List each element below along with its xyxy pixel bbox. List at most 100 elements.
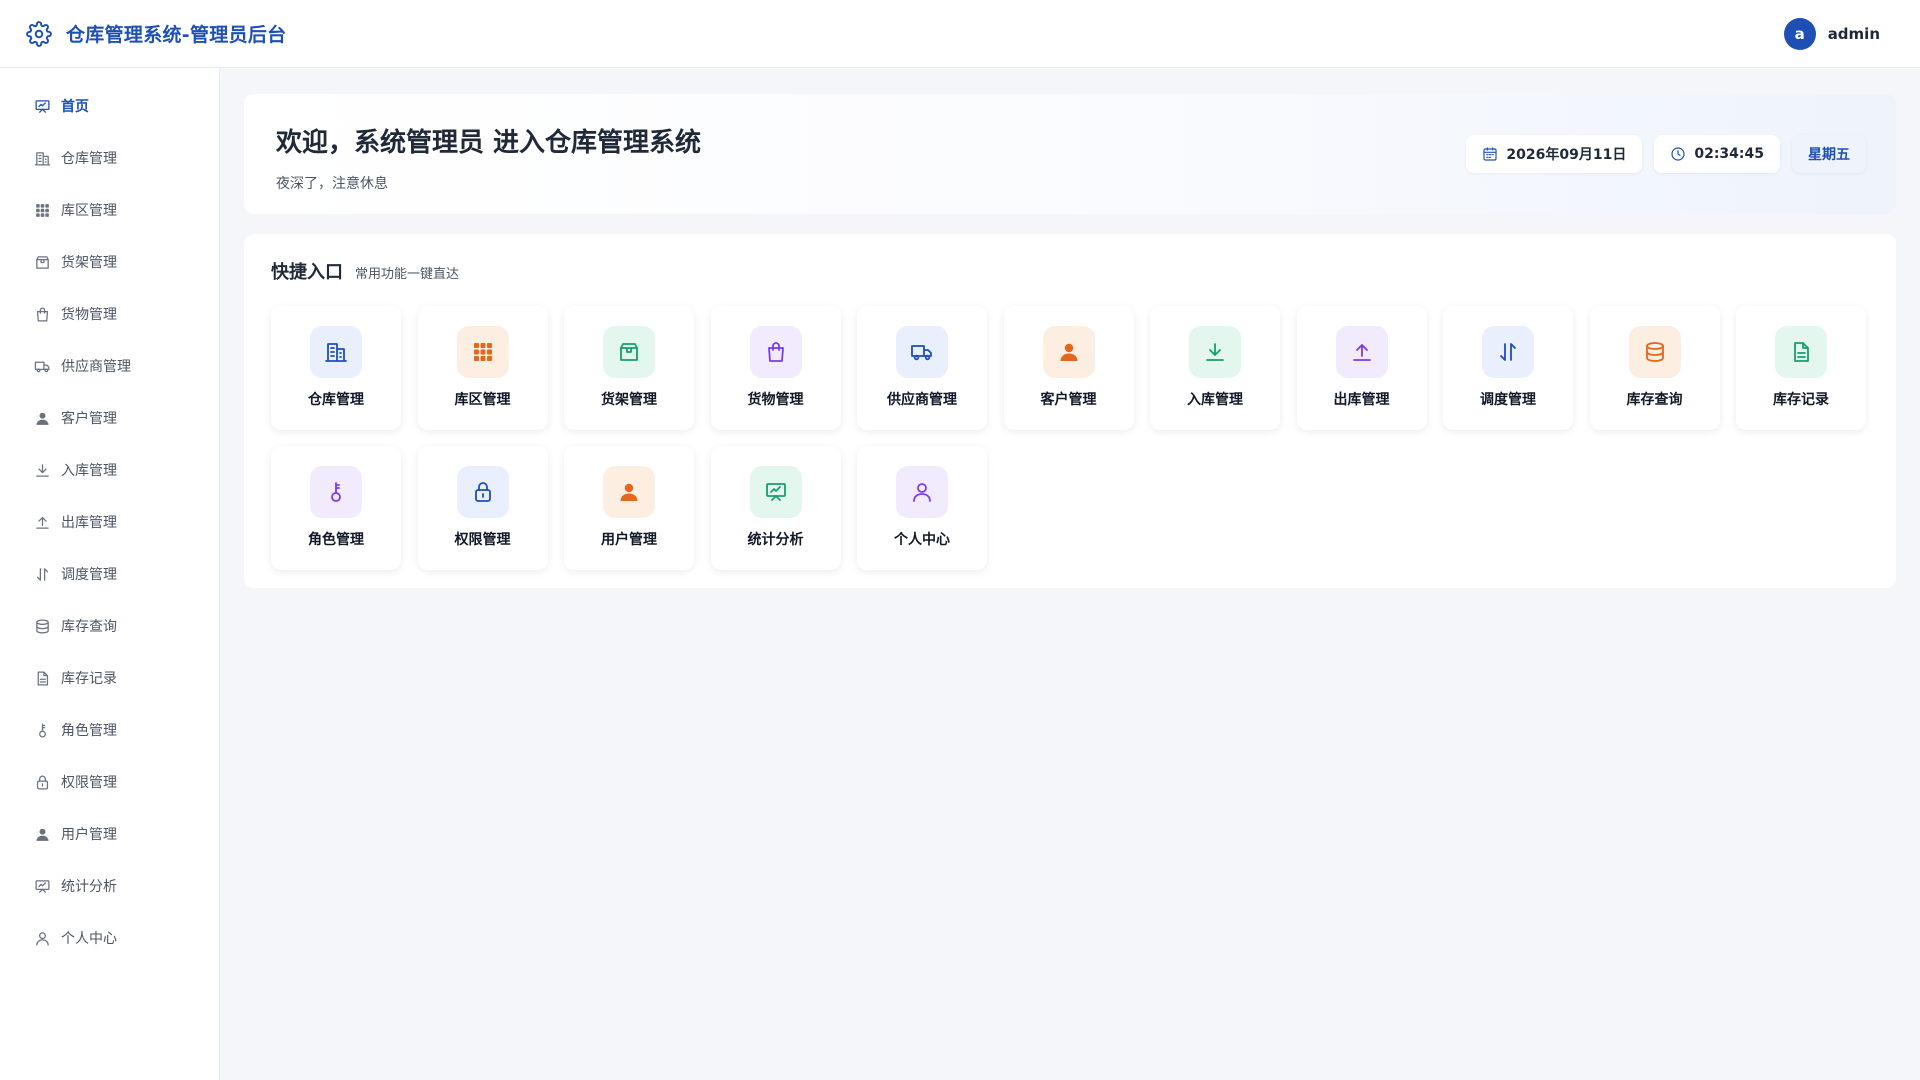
quick-access-label: 调度管理 (1480, 392, 1536, 408)
quick-access-label: 统计分析 (747, 532, 804, 548)
username[interactable]: admin (1828, 25, 1880, 43)
quick-access-card[interactable]: 入库管理 (1150, 306, 1280, 430)
quick-access-card[interactable]: 出库管理 (1296, 306, 1427, 430)
sidebar-item-2[interactable]: 仓库管理 (0, 132, 219, 184)
sidebar-item-label: 货架管理 (61, 255, 117, 271)
quick-access-label: 库存记录 (1773, 392, 1829, 408)
sidebar-item-label: 库区管理 (61, 203, 117, 219)
quick-access-card[interactable]: 个人中心 (857, 446, 987, 570)
sidebar-item-label: 库存记录 (61, 671, 117, 687)
quick-access-label: 库区管理 (454, 392, 511, 408)
chart-board-icon (34, 98, 51, 115)
sidebar-item-label: 供应商管理 (61, 359, 131, 375)
quick-access-card[interactable]: 库区管理 (417, 306, 548, 430)
quick-access-icon-box (1335, 326, 1388, 378)
sidebar-item-9[interactable]: 出库管理 (0, 496, 219, 548)
avatar[interactable]: a (1783, 17, 1816, 50)
sidebar-item-11[interactable]: 库存查询 (0, 600, 219, 652)
sidebar-item-label: 角色管理 (61, 723, 117, 739)
quick-access-card[interactable]: 库存记录 (1736, 306, 1866, 430)
building-icon (324, 340, 348, 364)
quick-access-icon-box (749, 326, 802, 378)
sidebar-item-5[interactable]: 货物管理 (0, 288, 219, 340)
quick-access-icon-box (456, 326, 509, 378)
sidebar-item-1[interactable]: 首页 (0, 80, 219, 132)
quick-access-icon-box (896, 466, 948, 518)
quick-access-icon-box (1042, 326, 1095, 378)
calendar-icon (1482, 146, 1498, 162)
user-outline-icon (34, 930, 51, 947)
quick-access-label: 供应商管理 (887, 392, 957, 408)
quick-access-card[interactable]: 货架管理 (564, 306, 694, 430)
quick-access-label: 客户管理 (1040, 392, 1097, 408)
quick-access-label: 用户管理 (601, 532, 657, 548)
lock-icon (471, 480, 495, 504)
quick-access-card[interactable]: 角色管理 (271, 446, 401, 570)
sidebar-item-8[interactable]: 入库管理 (0, 444, 219, 496)
sidebar-item-15[interactable]: 用户管理 (0, 808, 219, 860)
quick-access-icon-box (1189, 326, 1241, 378)
swap-icon (1496, 340, 1520, 364)
sidebar-item-16[interactable]: 统计分析 (0, 860, 219, 912)
quick-access-label: 角色管理 (308, 532, 364, 548)
sidebar-item-3[interactable]: 库区管理 (0, 184, 219, 236)
quick-access-card[interactable]: 货物管理 (710, 306, 841, 430)
user-menu[interactable]: a admin (1783, 17, 1894, 50)
download-icon (34, 462, 51, 479)
gear-icon (26, 20, 52, 47)
quick-access-icon-box (603, 326, 655, 378)
welcome-banner: 欢迎，系统管理员 进入仓库管理系统 夜深了，注意休息 2026年09月11日 0… (244, 94, 1896, 214)
truck-icon (910, 340, 934, 364)
upload-icon (1350, 340, 1374, 364)
sidebar-item-label: 库存查询 (61, 619, 117, 635)
weekday-text: 星期五 (1808, 147, 1850, 163)
quick-access-icon-box (456, 466, 509, 518)
quick-access-card[interactable]: 调度管理 (1443, 306, 1573, 430)
quick-access-icon-box (1775, 326, 1827, 378)
quick-access-label: 个人中心 (894, 532, 950, 548)
quick-access-card[interactable]: 库存查询 (1589, 306, 1720, 430)
shopping-bag-icon (34, 306, 51, 323)
sidebar-item-17[interactable]: 个人中心 (0, 912, 219, 964)
package-icon (617, 340, 641, 364)
quick-access-card[interactable]: 客户管理 (1003, 306, 1134, 430)
database-icon (34, 618, 51, 635)
sidebar-item-label: 调度管理 (61, 567, 117, 583)
database-icon (1643, 340, 1667, 364)
quick-access-card[interactable]: 统计分析 (710, 446, 841, 570)
sidebar-item-label: 权限管理 (61, 775, 117, 791)
brand: 仓库管理系统-管理员后台 (26, 20, 287, 47)
quick-access-header: 快捷入口 常用功能一键直达 (271, 258, 1869, 284)
sidebar-item-12[interactable]: 库存记录 (0, 652, 219, 704)
time-chip: 02:34:45 (1654, 135, 1780, 173)
sidebar-item-6[interactable]: 供应商管理 (0, 340, 219, 392)
truck-icon (34, 358, 51, 375)
sidebar: 首页仓库管理库区管理货架管理货物管理供应商管理客户管理 入库管理 出库管理调度管理库… (0, 68, 220, 1080)
key-icon (324, 480, 348, 504)
sidebar-item-label: 用户管理 (61, 827, 117, 843)
sidebar-item-14[interactable]: 权限管理 (0, 756, 219, 808)
time-text: 02:34:45 (1694, 146, 1764, 162)
sidebar-item-7[interactable]: 客户管理 (0, 392, 219, 444)
quick-access-label: 货物管理 (747, 392, 804, 408)
document-icon (34, 670, 51, 687)
lock-icon (34, 774, 51, 791)
sidebar-item-label: 仓库管理 (61, 151, 117, 167)
quick-access-panel: 快捷入口 常用功能一键直达 仓库管理 库区管理 货架管理 货物管理 供应商管理 客户管理 入… (244, 234, 1896, 588)
quick-access-card[interactable]: 供应商管理 (857, 306, 987, 430)
quick-access-icon-box (603, 466, 655, 518)
sidebar-item-4[interactable]: 货架管理 (0, 236, 219, 288)
app-title: 仓库管理系统-管理员后台 (66, 24, 287, 46)
quick-access-subtitle: 常用功能一键直达 (355, 267, 460, 282)
quick-access-label: 权限管理 (454, 532, 511, 548)
sidebar-item-13[interactable]: 角色管理 (0, 704, 219, 756)
quick-access-card[interactable]: 仓库管理 (271, 306, 401, 430)
quick-access-card[interactable]: 用户管理 (564, 446, 694, 570)
sidebar-item-10[interactable]: 调度管理 (0, 548, 219, 600)
welcome-subtitle: 夜深了，注意休息 (276, 176, 388, 192)
upload-icon (34, 514, 51, 531)
quick-access-card[interactable]: 权限管理 (417, 446, 548, 570)
quick-access-label: 库存查询 (1626, 392, 1683, 408)
main-content: 欢迎，系统管理员 进入仓库管理系统 夜深了，注意休息 2026年09月11日 0… (244, 94, 1896, 588)
key-icon (34, 722, 51, 739)
